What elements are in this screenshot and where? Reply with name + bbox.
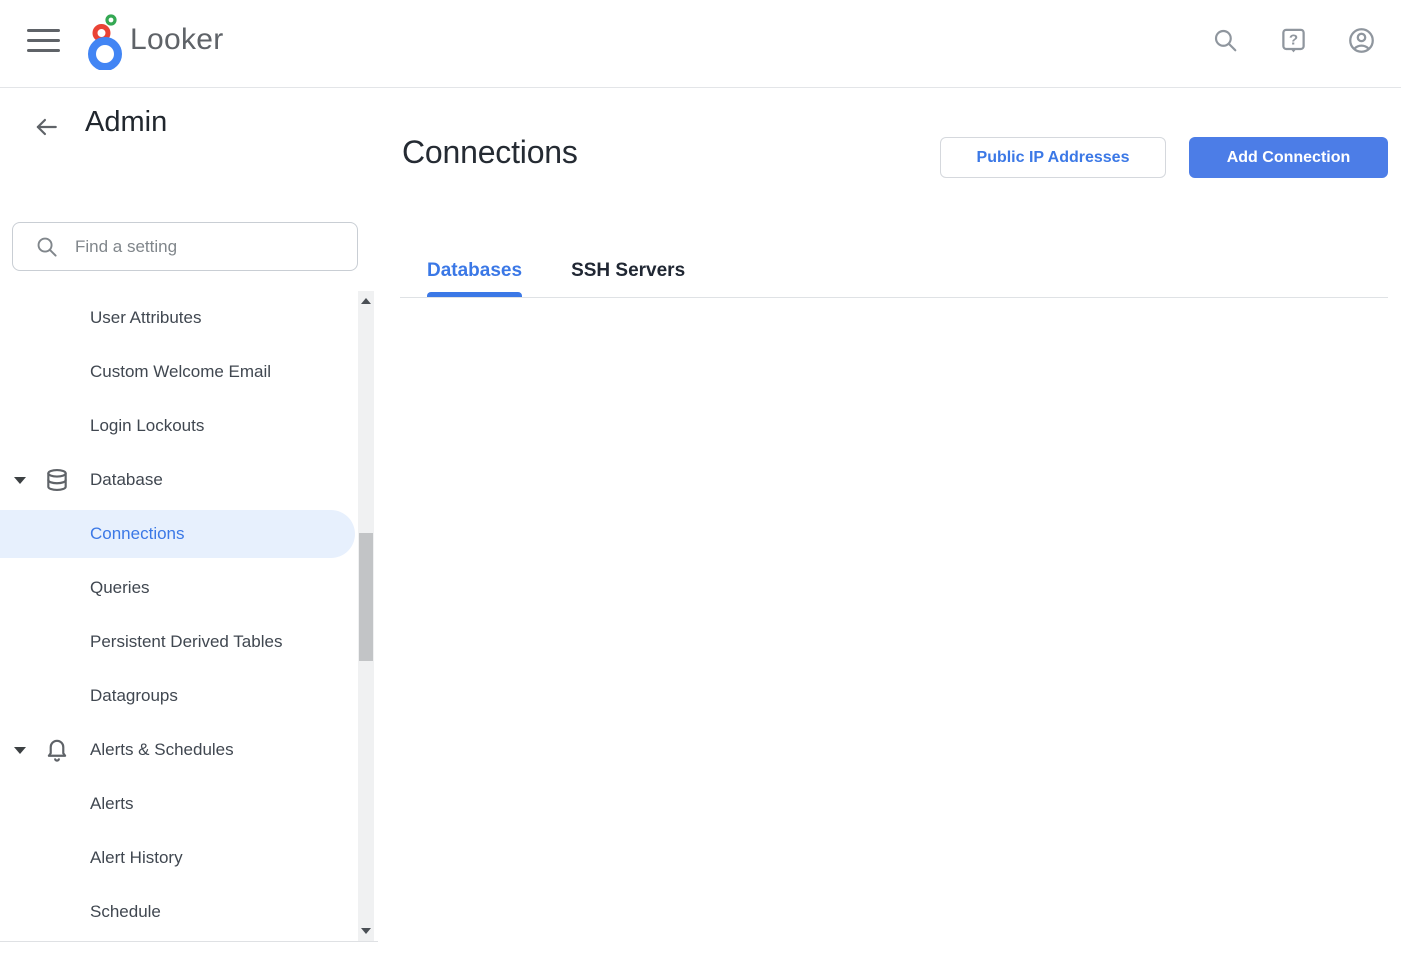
scrollbar-thumb[interactable] bbox=[359, 533, 373, 661]
page-title: Connections bbox=[402, 134, 578, 171]
logo-text: Looker bbox=[130, 23, 224, 57]
sidebar-item-label: Alerts bbox=[0, 794, 133, 814]
sidebar-item-custom-welcome-email[interactable]: Custom Welcome Email bbox=[0, 345, 358, 399]
back-arrow-icon[interactable] bbox=[30, 111, 62, 143]
sidebar-item-label: Datagroups bbox=[0, 686, 178, 706]
sidebar-item-label: Custom Welcome Email bbox=[0, 362, 271, 382]
add-connection-button[interactable]: Add Connection bbox=[1189, 137, 1388, 178]
search-input[interactable] bbox=[75, 237, 325, 257]
tab-databases[interactable]: Databases bbox=[427, 245, 522, 297]
tab-label: Databases bbox=[427, 260, 522, 282]
hamburger-menu-icon[interactable] bbox=[27, 27, 61, 54]
scroll-down-icon[interactable] bbox=[358, 923, 374, 939]
sidebar-item-persistent-derived-tables[interactable]: Persistent Derived Tables bbox=[0, 615, 358, 669]
connections-page: Connections Public IP Addresses Add Conn… bbox=[378, 88, 1401, 963]
tab-label: SSH Servers bbox=[571, 260, 685, 282]
tab-ssh-servers[interactable]: SSH Servers bbox=[571, 245, 685, 297]
sidebar-item-label: Persistent Derived Tables bbox=[0, 632, 282, 652]
public-ip-addresses-button[interactable]: Public IP Addresses bbox=[940, 137, 1166, 178]
sidebar-item-user-attributes[interactable]: User Attributes bbox=[0, 291, 358, 345]
sidebar-item-queries[interactable]: Queries bbox=[0, 561, 358, 615]
sidebar-section-label: Alerts & Schedules bbox=[0, 740, 234, 760]
sidebar-item-label: Alert History bbox=[0, 848, 183, 868]
sidebar-item-schedule[interactable]: Schedule bbox=[0, 885, 358, 939]
sidebar-item-alerts[interactable]: Alerts bbox=[0, 777, 358, 831]
settings-nav: User Attributes Custom Welcome Email Log… bbox=[0, 291, 358, 941]
looker-logo[interactable]: Looker bbox=[84, 10, 224, 70]
sidebar-item-login-lockouts[interactable]: Login Lockouts bbox=[0, 399, 358, 453]
sidebar-divider bbox=[0, 941, 378, 942]
account-icon[interactable] bbox=[1345, 24, 1377, 56]
svg-text:?: ? bbox=[1288, 31, 1297, 48]
search-icon[interactable] bbox=[1209, 24, 1241, 56]
bell-icon bbox=[44, 737, 70, 768]
sidebar-scrollbar[interactable] bbox=[358, 291, 374, 941]
admin-sidebar: Admin User Attributes Custom Welcome Ema… bbox=[0, 88, 378, 963]
search-icon bbox=[35, 235, 58, 258]
caret-down-icon[interactable] bbox=[14, 747, 26, 754]
sidebar-section-alerts-schedules[interactable]: Alerts & Schedules bbox=[0, 723, 358, 777]
find-setting-search bbox=[12, 222, 358, 271]
sidebar-item-connections[interactable]: Connections bbox=[0, 507, 358, 561]
connections-tabs: Databases SSH Servers bbox=[400, 245, 1388, 298]
sidebar-item-label: Queries bbox=[0, 578, 150, 598]
active-tab-underline bbox=[427, 292, 522, 297]
help-icon[interactable]: ? bbox=[1277, 24, 1309, 56]
sidebar-item-datagroups[interactable]: Datagroups bbox=[0, 669, 358, 723]
sidebar-item-label: Schedule bbox=[0, 902, 161, 922]
scroll-up-icon[interactable] bbox=[358, 293, 374, 309]
sidebar-item-alert-history[interactable]: Alert History bbox=[0, 831, 358, 885]
caret-down-icon[interactable] bbox=[14, 477, 26, 484]
database-icon bbox=[44, 467, 70, 498]
sidebar-item-label: Connections bbox=[0, 524, 185, 544]
sidebar-title: Admin bbox=[85, 106, 167, 139]
looker-logo-icon bbox=[84, 10, 124, 70]
sidebar-section-database[interactable]: Database bbox=[0, 453, 358, 507]
sidebar-item-label: User Attributes bbox=[0, 308, 202, 328]
sidebar-item-label: Login Lockouts bbox=[0, 416, 204, 436]
top-bar: Looker ? bbox=[0, 0, 1401, 88]
